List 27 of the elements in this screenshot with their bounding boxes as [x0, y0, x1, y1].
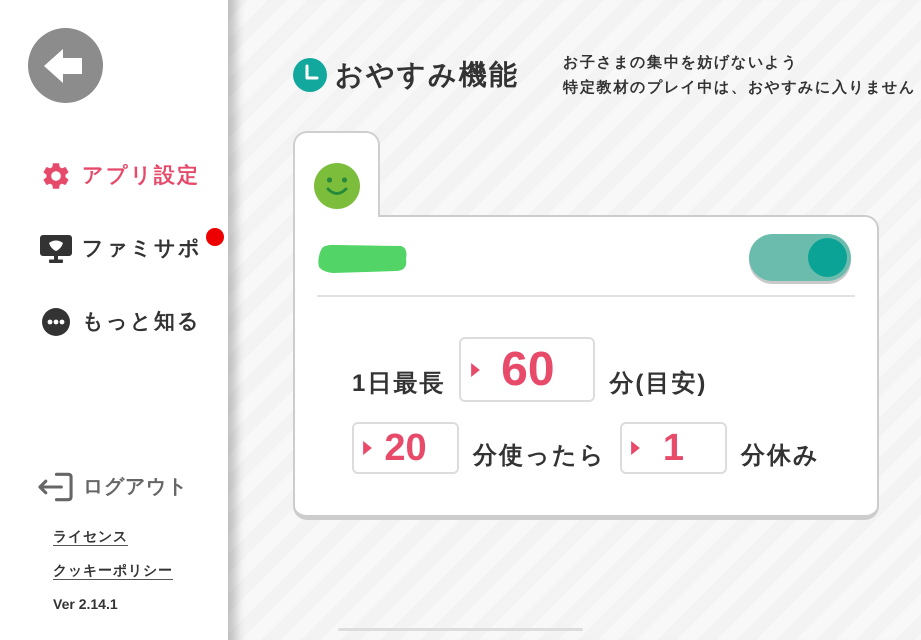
minutes-field[interactable]: 20 [352, 422, 459, 474]
logout-button[interactable]: ログアウト [38, 471, 188, 503]
caret-icon [363, 441, 372, 455]
toggle-switch[interactable] [749, 234, 851, 281]
more-icon [42, 308, 70, 336]
logout-icon [38, 472, 73, 502]
card-tab[interactable] [293, 131, 380, 217]
nav-item[interactable]: アプリ設定 [40, 158, 200, 194]
nav-item[interactable]: もっと知る [40, 304, 201, 340]
setting-label: 1日最長 [352, 369, 446, 399]
back-arrow-icon [44, 48, 84, 82]
minutes-field[interactable]: 1 [620, 422, 727, 474]
monitor-icon [40, 235, 72, 263]
smiley-icon [314, 163, 360, 209]
section-title: おやすみ機能 [335, 58, 519, 92]
footer-link[interactable]: クッキーポリシー [53, 560, 173, 580]
setting-label: 分(目安) [609, 369, 708, 399]
clock-icon [293, 58, 327, 92]
caret-icon [471, 362, 480, 376]
footer-link[interactable]: ライセンス [53, 526, 128, 546]
setting-label: 分休み [741, 441, 820, 471]
setting-label: 分使ったら [473, 441, 606, 471]
description-text: お子さまの集中を妨げないよう 特定教材のプレイ中は、おやすみに入りません [563, 53, 916, 98]
caret-icon [631, 441, 640, 455]
version-text: Ver 2.14.1 [53, 595, 118, 614]
minutes-field[interactable]: 60 [459, 337, 596, 402]
nav-item[interactable]: ファミサポ [40, 231, 202, 267]
